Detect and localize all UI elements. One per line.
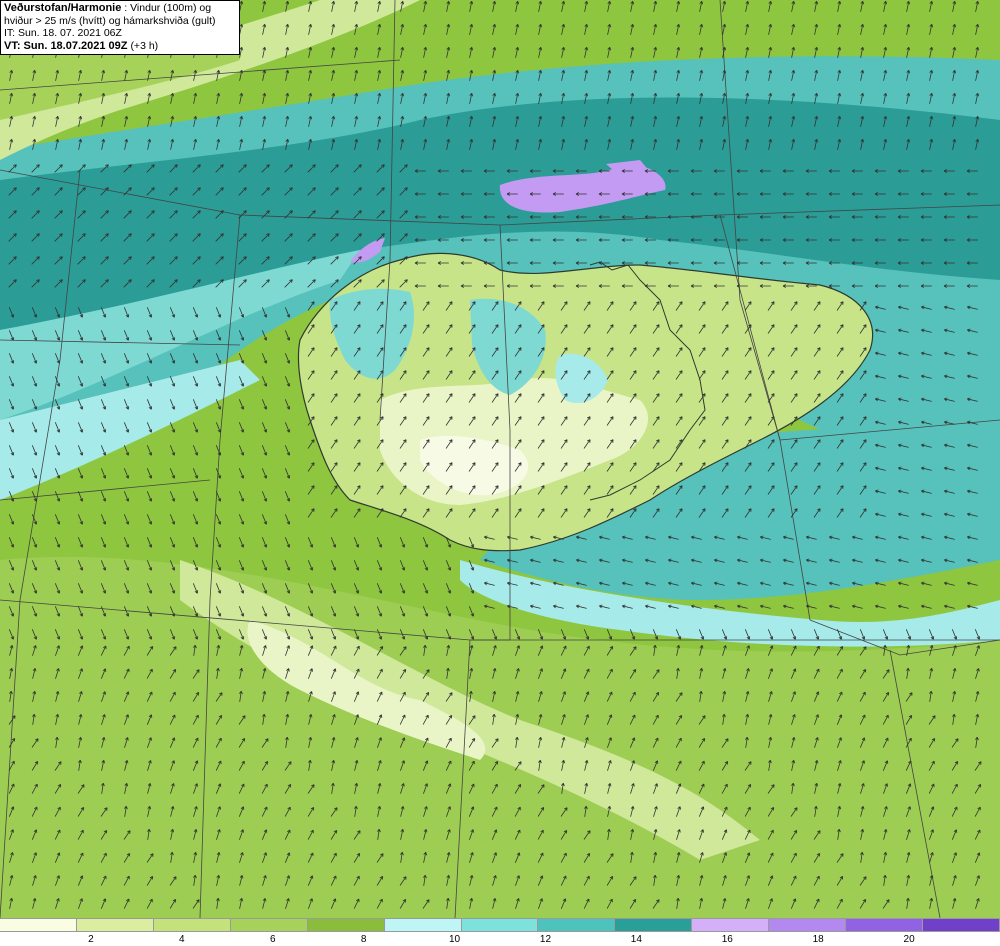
legend-swatch (846, 919, 924, 931)
legend-swatch (0, 919, 77, 931)
legend-tick-label: 4 (179, 934, 185, 945)
header-line-4: VT: Sun. 18.07.2021 09Z (+3 h) (4, 40, 236, 53)
legend-tick-label: 6 (269, 934, 276, 945)
color-scale-legend: 2 4 6 8 10 12 14 16 18 20 (0, 918, 1000, 946)
legend-swatch (384, 919, 462, 931)
legend-tick-label: 12 (539, 934, 552, 945)
weather-map-viewer: Veðurstofan/Harmonie : Vindur (100m) og … (0, 0, 1000, 946)
wind-field-map (0, 0, 1000, 918)
legend-tick-label: 8 (360, 934, 367, 945)
legend-color-bar (0, 918, 1000, 932)
legend-tick-label: 20 (903, 934, 915, 945)
forecast-info-box: Veðurstofan/Harmonie : Vindur (100m) og … (0, 0, 240, 55)
legend-swatch (76, 919, 154, 931)
legend-tick-label: 16 (721, 934, 733, 945)
valid-time: VT: Sun. 18.07.2021 09Z (4, 39, 128, 52)
forecast-offset: (+3 h) (130, 39, 159, 52)
legend-swatch (615, 919, 693, 931)
header-line-1: Veðurstofan/Harmonie : Vindur (100m) og (4, 2, 236, 15)
legend-swatch (461, 919, 539, 931)
legend-swatch (692, 919, 770, 931)
legend-tick-label: 10 (448, 934, 461, 945)
legend-tick-label: 18 (812, 934, 824, 945)
legend-swatch (538, 919, 616, 931)
model-name: Veðurstofan/Harmonie (4, 2, 122, 14)
header-line-2: hviður > 25 m/s (hvítt) og hámarkshviða … (4, 14, 216, 27)
legend-swatch (307, 919, 385, 931)
legend-swatch (153, 919, 231, 931)
legend-swatch (230, 919, 308, 931)
legend-swatch (923, 919, 1000, 931)
legend-tick-label: 2 (88, 934, 94, 945)
field-description: : Vindur (100m) og (124, 2, 212, 14)
legend-tick-label: 14 (630, 934, 642, 945)
init-time: IT: Sun. 18. 07. 2021 06Z (4, 27, 122, 39)
legend-swatch (769, 919, 847, 931)
